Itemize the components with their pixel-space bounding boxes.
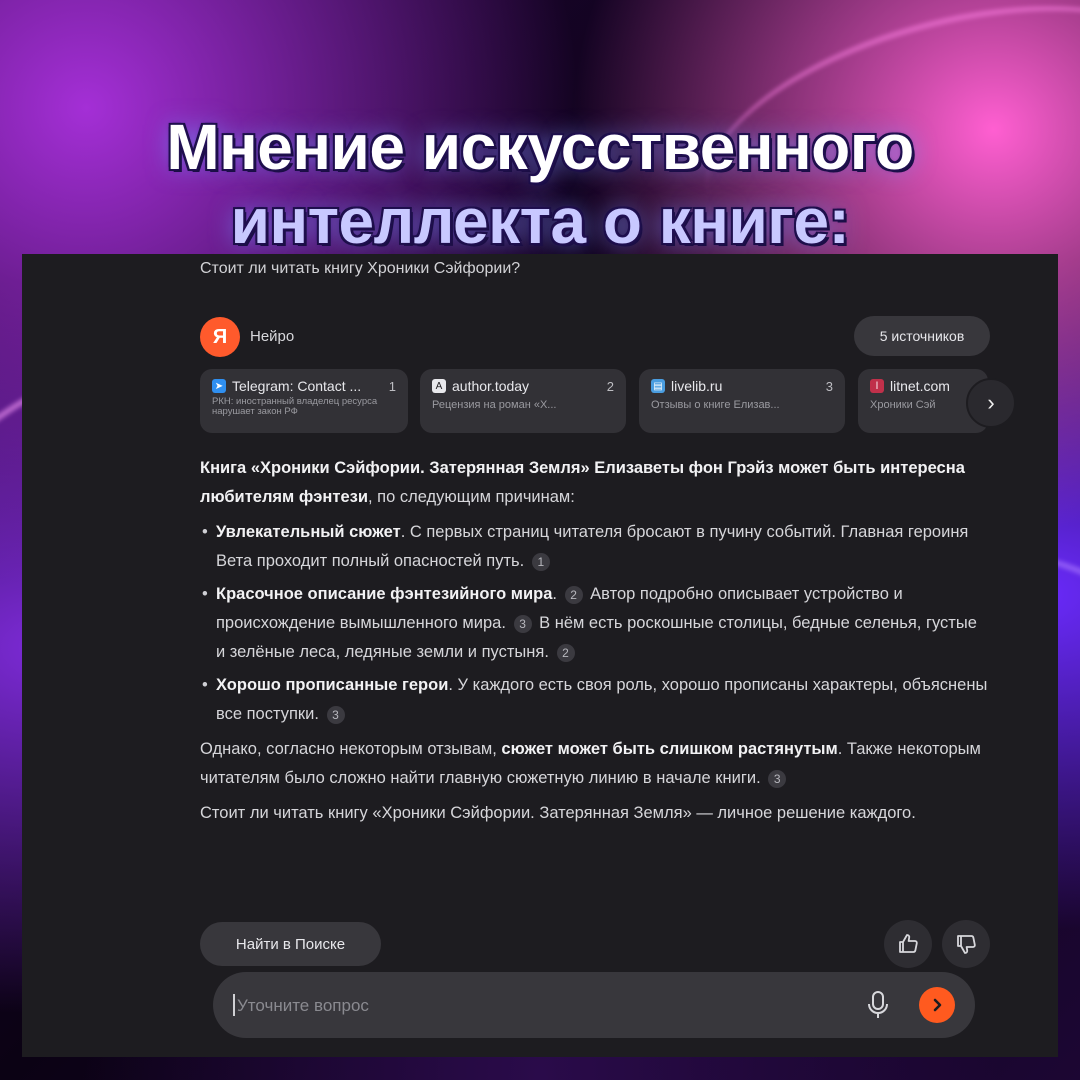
source-number: 3 <box>825 378 833 394</box>
reason-title: Хорошо прописанные герои <box>216 676 449 694</box>
answer-conclusion: Стоит ли читать книгу «Хроники Сэйфории.… <box>200 804 916 822</box>
answer-intro: Книга «Хроники Сэйфории. Затерянная Земл… <box>200 454 990 512</box>
source-card[interactable]: ▤ livelib.ru 3 Отзывы о книге Елизав... <box>639 369 845 433</box>
litnet-icon: l <box>870 379 884 393</box>
citation-badge[interactable]: 1 <box>531 552 550 571</box>
like-button[interactable] <box>884 920 932 968</box>
citation-badge[interactable]: 3 <box>513 614 532 633</box>
livelib-icon: ▤ <box>651 379 665 393</box>
page-title-line-1: Мнение искусственного <box>166 111 914 183</box>
assistant-answer: Книга «Хроники Сэйфории. Затерянная Земл… <box>200 454 990 834</box>
answer-caveat: Однако, согласно некоторым отзывам, сюже… <box>200 735 990 793</box>
source-site: author.today <box>452 378 530 394</box>
source-snippet: Рецензия на роман «Х... <box>432 399 557 411</box>
telegram-icon: ➤ <box>212 379 226 393</box>
chat-panel: Стоит ли читать книгу Хроники Сэйфории? … <box>22 254 1058 1057</box>
followup-input-bar <box>213 972 975 1038</box>
find-in-search-button[interactable]: Найти в Поиске <box>200 922 381 966</box>
source-snippet: РКН: иностранный владелец ресурса наруша… <box>212 397 378 417</box>
user-question: Стоит ли читать книгу Хроники Сэйфории? <box>200 260 521 277</box>
thumbs-up-icon <box>899 934 918 953</box>
caveat-bold: сюжет может быть слишком растянутым <box>501 740 838 758</box>
followup-question-input[interactable] <box>235 986 839 1026</box>
answer-reasons-list: Увлекательный сюжет. С первых страниц чи… <box>200 518 990 729</box>
list-item: Красочное описание фэнтезийного мира. 2 … <box>200 580 990 667</box>
citation-badge[interactable]: 3 <box>768 769 787 788</box>
source-number: 2 <box>606 378 614 394</box>
microphone-icon <box>868 991 888 1018</box>
page-title-line-2: интеллекта о книге: <box>230 185 850 257</box>
dislike-button[interactable] <box>942 920 990 968</box>
source-snippet: Хроники Сэй <box>870 399 936 411</box>
assistant-avatar: Я <box>200 317 240 357</box>
citation-badge[interactable]: 2 <box>564 585 583 604</box>
arrow-right-icon <box>933 998 942 1012</box>
source-number: 1 <box>388 378 396 394</box>
voice-input-button[interactable] <box>861 988 895 1022</box>
page-title: Мнение искусственного интеллекта о книге… <box>0 110 1080 258</box>
source-snippet: Отзывы о книге Елизав... <box>651 399 780 411</box>
reason-title: Красочное описание фэнтезийного мира <box>216 585 553 603</box>
list-item: Увлекательный сюжет. С первых страниц чи… <box>200 518 990 576</box>
chevron-right-icon: › <box>987 390 995 415</box>
citation-badge[interactable]: 2 <box>556 643 575 662</box>
author-today-icon: A <box>432 379 446 393</box>
source-card[interactable]: A author.today 2 Рецензия на роман «Х... <box>420 369 626 433</box>
assistant-name: Нейро <box>250 328 295 345</box>
source-site: litnet.com <box>890 378 950 394</box>
answer-intro-text: , по следующим причинам: <box>367 488 575 506</box>
source-site: livelib.ru <box>671 378 723 394</box>
thumbs-down-icon <box>957 935 976 954</box>
source-site: Telegram: Contact ... <box>232 378 362 394</box>
reason-title: Увлекательный сюжет <box>216 523 401 541</box>
citation-badge[interactable]: 3 <box>326 705 345 724</box>
source-card[interactable]: ➤ Telegram: Contact ... 1 РКН: иностранн… <box>200 369 408 433</box>
sources-count-button[interactable]: 5 источников <box>854 316 990 356</box>
answer-intro-bold: Книга «Хроники Сэйфории. Затерянная Земл… <box>200 459 965 506</box>
send-button[interactable] <box>919 987 955 1023</box>
caveat-text: Однако, согласно некоторым отзывам, <box>200 740 502 758</box>
sources-next-button[interactable]: › <box>966 378 1016 428</box>
list-item: Хорошо прописанные герои. У каждого есть… <box>200 671 990 729</box>
